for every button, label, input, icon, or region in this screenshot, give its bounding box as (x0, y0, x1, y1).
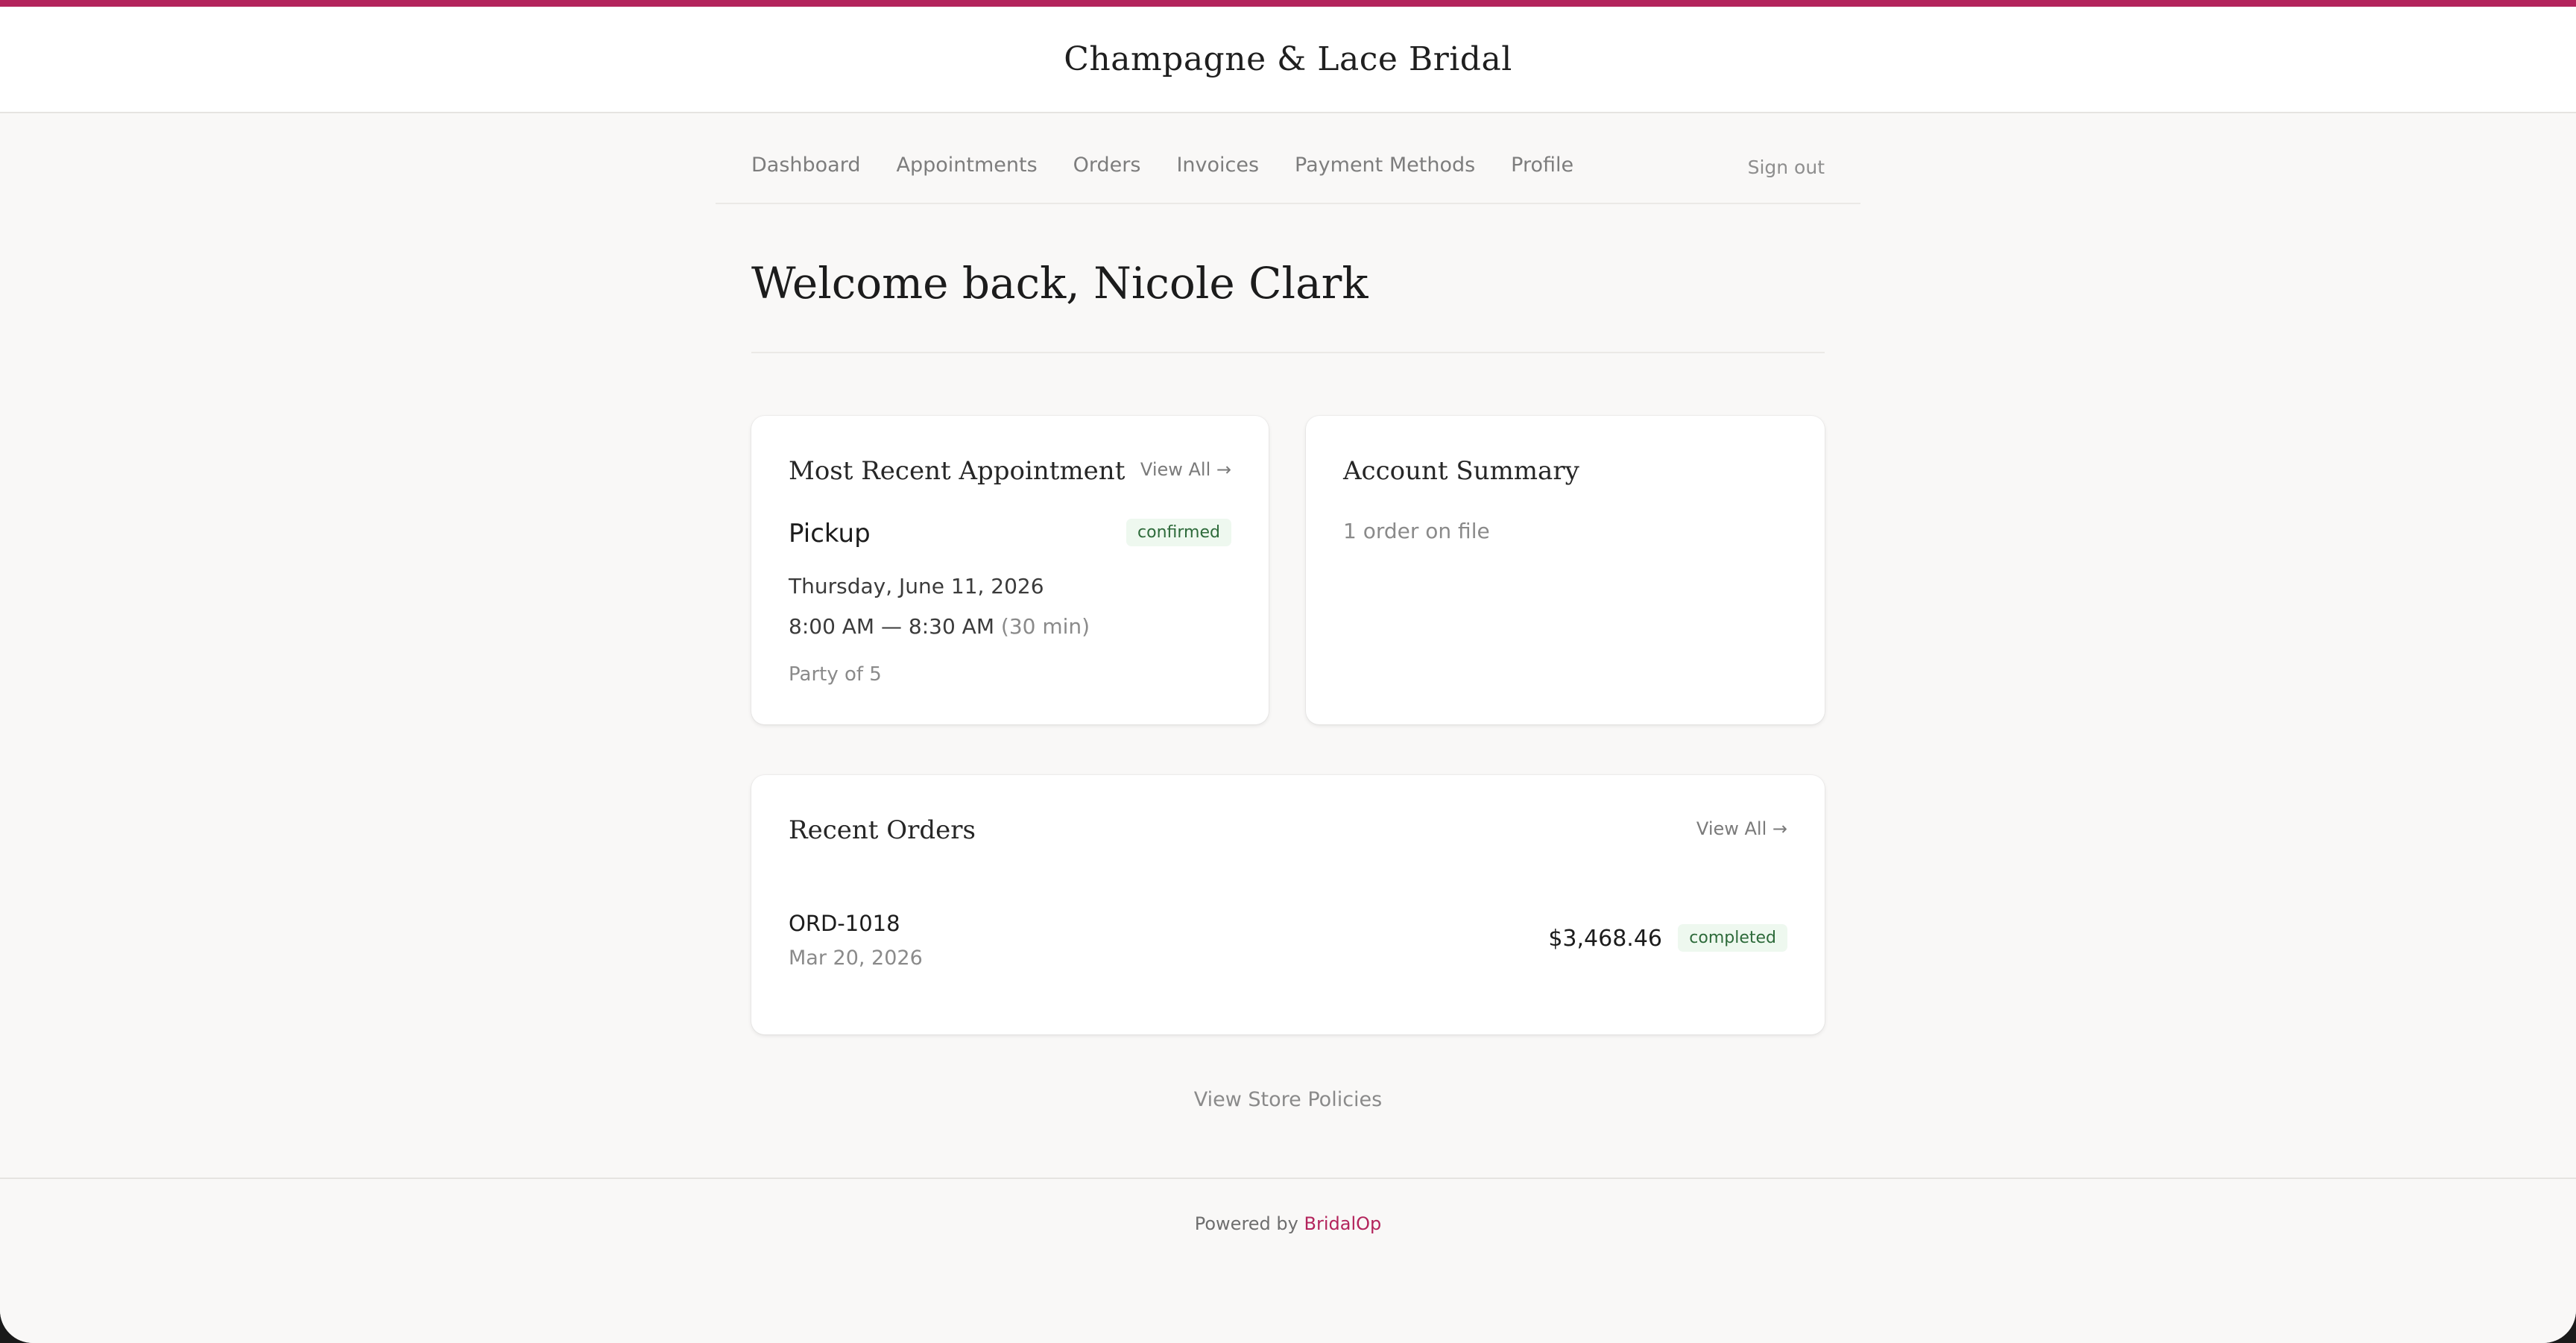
site-footer: Powered by BridalOp (0, 1178, 2576, 1343)
order-id[interactable]: ORD-1018 (789, 911, 900, 936)
nav-appointments[interactable]: Appointments (896, 154, 1037, 177)
recent-orders-card: Recent Orders View All → ORD-1018 Mar 20… (751, 775, 1825, 1034)
top-accent-bar (0, 0, 2576, 7)
appointment-duration: (30 min) (1000, 614, 1090, 639)
appointment-type: Pickup (789, 519, 871, 549)
order-date: Mar 20, 2026 (789, 947, 923, 970)
main-nav: Dashboard Appointments Orders Invoices P… (716, 113, 1860, 204)
nav-orders[interactable]: Orders (1073, 154, 1141, 177)
footer-text: Powered by BridalOp (0, 1213, 2576, 1234)
nav-invoices[interactable]: Invoices (1176, 154, 1259, 177)
appointment-time: 8:00 AM — 8:30 AM (789, 614, 994, 639)
appointment-status-badge: confirmed (1126, 519, 1231, 546)
order-status-badge: completed (1678, 924, 1787, 952)
appointment-date: Thursday, June 11, 2026 (789, 574, 1044, 598)
nav-dashboard[interactable]: Dashboard (751, 154, 860, 177)
account-summary-title: Account Summary (1343, 456, 1579, 486)
store-policies-link[interactable]: View Store Policies (0, 1088, 2576, 1111)
nav-items: Dashboard Appointments Orders Invoices P… (751, 154, 1573, 177)
orders-view-all-link[interactable]: View All → (1696, 818, 1787, 839)
browser-viewport: Champagne & Lace Bridal Dashboard Appoin… (0, 0, 2576, 1343)
recent-orders-title: Recent Orders (789, 815, 976, 845)
account-summary-text: 1 order on file (1343, 519, 1490, 543)
footer-brand-link[interactable]: BridalOp (1304, 1213, 1382, 1234)
nav-payment-methods[interactable]: Payment Methods (1295, 154, 1475, 177)
brand-name[interactable]: Champagne & Lace Bridal (1064, 40, 1512, 78)
sign-out-link[interactable]: Sign out (1748, 157, 1825, 178)
appointment-card: Most Recent Appointment View All → Picku… (751, 416, 1269, 724)
footer-prefix: Powered by (1194, 1213, 1298, 1234)
appointment-time-row: 8:00 AM — 8:30 AM (30 min) (789, 614, 1090, 639)
title-divider (751, 352, 1825, 353)
nav-profile[interactable]: Profile (1511, 154, 1573, 177)
order-amount: $3,468.46 (1548, 926, 1662, 952)
appointments-view-all-link[interactable]: View All → (1140, 459, 1231, 480)
appointment-card-title: Most Recent Appointment (789, 456, 1126, 486)
site-header: Champagne & Lace Bridal (0, 7, 2576, 113)
page-title: Welcome back, Nicole Clark (751, 258, 1368, 309)
account-summary-card: Account Summary 1 order on file (1306, 416, 1825, 724)
appointment-party-size: Party of 5 (789, 663, 882, 686)
